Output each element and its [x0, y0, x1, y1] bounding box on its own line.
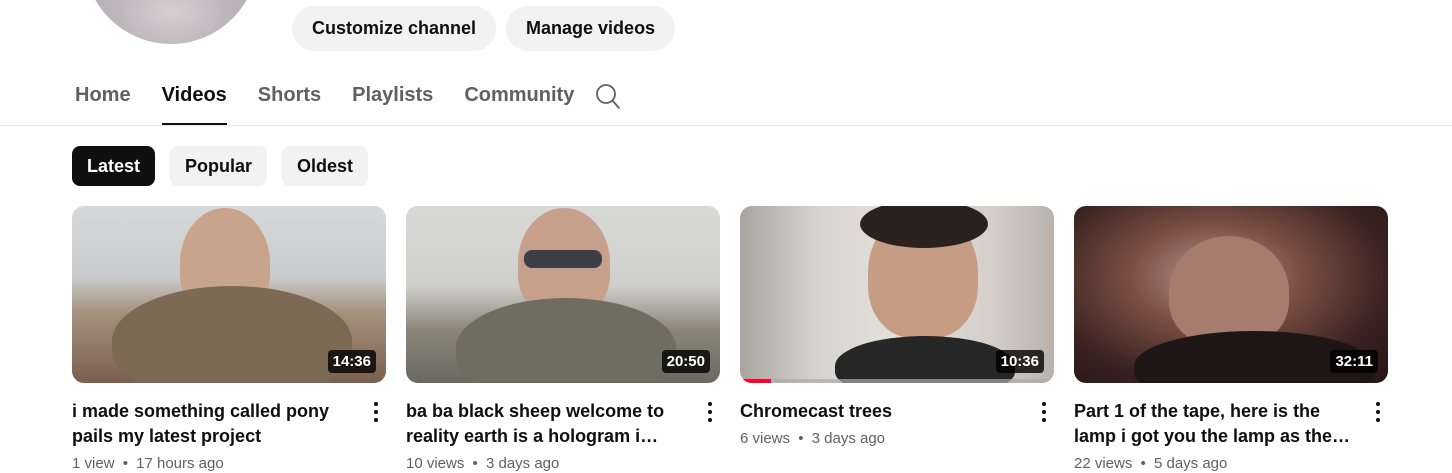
- customize-channel-button[interactable]: Customize channel: [292, 6, 497, 51]
- watch-progress-bar: [740, 379, 1054, 383]
- separator-dot: •: [1140, 455, 1146, 472]
- duration-badge: 20:50: [661, 350, 710, 373]
- video-stats: 10 views • 3 days ago: [406, 455, 690, 472]
- thumbnail-subject: [112, 286, 352, 383]
- video-card: 20:50 ba ba black sheep welcome to reali…: [406, 206, 720, 472]
- duration-badge: 32:11: [1330, 350, 1378, 373]
- tab-home[interactable]: Home: [75, 74, 131, 126]
- view-count: 22 views: [1074, 455, 1133, 472]
- duration-badge: 10:36: [995, 350, 1044, 373]
- duration-badge: 14:36: [327, 350, 376, 373]
- search-icon[interactable]: [595, 83, 621, 111]
- thumbnail-subject: [1169, 236, 1289, 346]
- separator-dot: •: [472, 455, 478, 472]
- video-stats: 1 view • 17 hours ago: [72, 455, 356, 472]
- video-thumbnail[interactable]: 32:11: [1074, 206, 1388, 383]
- watch-progress-fill: [740, 379, 772, 383]
- video-meta: ba ba black sheep welcome to reality ear…: [406, 399, 720, 472]
- separator-dot: •: [798, 430, 804, 447]
- upload-age: 3 days ago: [485, 455, 560, 472]
- video-title[interactable]: i made something called pony pails my la…: [72, 399, 356, 449]
- chip-popular[interactable]: Popular: [170, 146, 268, 186]
- upload-age: 17 hours ago: [136, 455, 224, 472]
- upload-age: 3 days ago: [811, 430, 886, 447]
- channel-videos-page: Customize channel Manage videos Home Vid…: [0, 0, 1452, 473]
- separator-dot: •: [122, 455, 128, 472]
- view-count: 1 view: [72, 455, 115, 472]
- view-count: 6 views: [740, 430, 791, 447]
- video-thumbnail[interactable]: 14:36: [72, 206, 386, 383]
- video-grid: 14:36 i made something called pony pails…: [72, 206, 1388, 472]
- video-thumbnail[interactable]: 20:50: [406, 206, 720, 383]
- video-title[interactable]: Part 1 of the tape, here is the lamp i g…: [1074, 399, 1358, 449]
- thumbnail-subject: [456, 298, 676, 383]
- sort-chips: Latest Popular Oldest: [72, 146, 369, 186]
- tab-community[interactable]: Community: [464, 74, 574, 126]
- video-meta: Part 1 of the tape, here is the lamp i g…: [1074, 399, 1388, 472]
- more-actions-icon[interactable]: [1368, 399, 1388, 425]
- video-thumbnail[interactable]: 10:36: [740, 206, 1054, 383]
- video-card: 14:36 i made something called pony pails…: [72, 206, 386, 472]
- tab-playlists[interactable]: Playlists: [352, 74, 433, 126]
- view-count: 10 views: [406, 455, 465, 472]
- tabs-divider: [0, 125, 1452, 126]
- chip-oldest[interactable]: Oldest: [282, 146, 369, 186]
- tab-shorts[interactable]: Shorts: [258, 74, 321, 126]
- upload-age: 5 days ago: [1153, 455, 1228, 472]
- video-meta: Chromecast trees 6 views • 3 days ago: [740, 399, 1054, 447]
- chip-latest[interactable]: Latest: [72, 146, 156, 186]
- video-title[interactable]: Chromecast trees: [740, 399, 1024, 424]
- video-stats: 22 views • 5 days ago: [1074, 455, 1358, 472]
- channel-header-actions: Customize channel Manage videos: [292, 6, 676, 51]
- more-actions-icon[interactable]: [1034, 399, 1054, 425]
- manage-videos-button[interactable]: Manage videos: [506, 6, 676, 51]
- video-title[interactable]: ba ba black sheep welcome to reality ear…: [406, 399, 690, 449]
- thumbnail-subject: [835, 336, 1015, 383]
- video-meta: i made something called pony pails my la…: [72, 399, 386, 472]
- channel-tabs: Home Videos Shorts Playlists Community: [75, 74, 620, 126]
- more-actions-icon[interactable]: [700, 399, 720, 425]
- more-actions-icon[interactable]: [366, 399, 386, 425]
- video-card: 10:36 Chromecast trees 6 views • 3 days …: [740, 206, 1054, 472]
- tab-videos[interactable]: Videos: [161, 74, 228, 126]
- channel-avatar[interactable]: [84, 0, 258, 44]
- video-card: 32:11 Part 1 of the tape, here is the la…: [1074, 206, 1388, 472]
- sunglasses: [524, 250, 602, 268]
- video-stats: 6 views • 3 days ago: [740, 430, 1024, 447]
